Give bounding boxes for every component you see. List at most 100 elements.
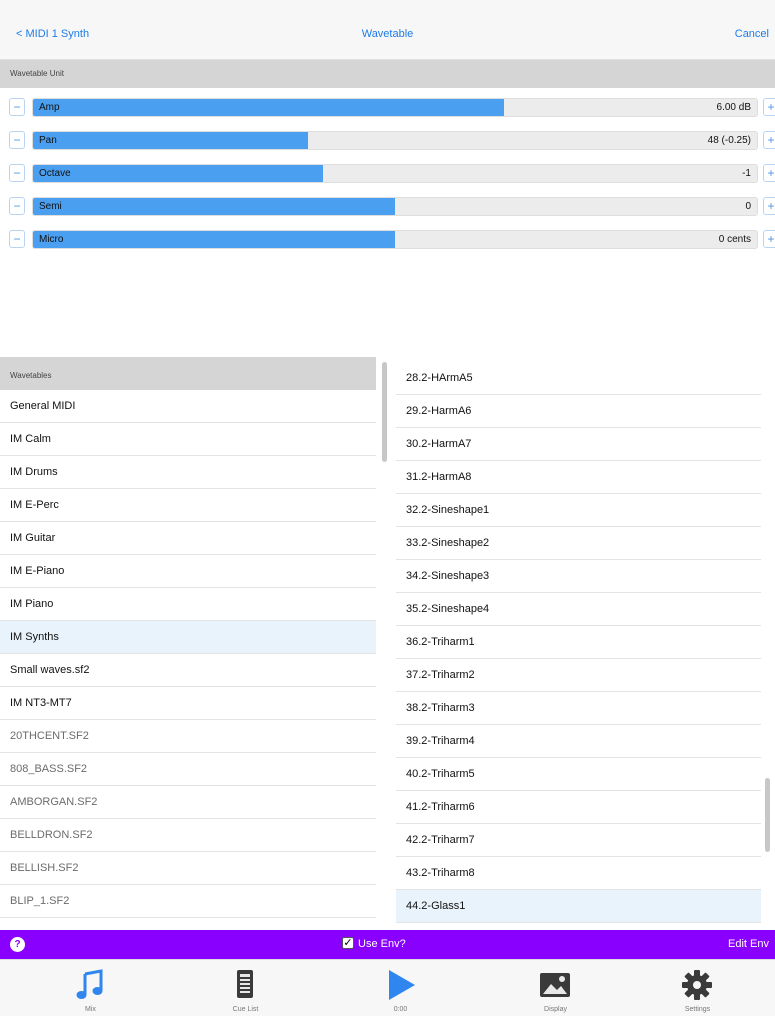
param-row-amp: − Amp 6.00 dB + [0,94,775,120]
use-env-checkbox[interactable]: ✓ [342,937,354,949]
wave-list-item[interactable]: 40.2-Triharm5 [396,758,761,791]
increment-button[interactable]: + [763,197,775,215]
minus-icon: − [13,166,21,180]
wave-name: 34.2-Sineshape3 [406,570,490,582]
wave-list-item[interactable]: 37.2-Triharm2 [396,659,761,692]
param-row-semi: − Semi 0 + [0,193,775,219]
param-value: 0 [745,201,751,212]
wavetable-name: IM E-Perc [10,499,59,511]
param-row-pan: − Pan 48 (-0.25) + [0,127,775,153]
param-label: Amp [39,102,60,113]
plus-icon: + [767,100,775,114]
tab-label: Mix [85,1006,96,1013]
tab-settings[interactable]: Settings [620,960,775,1017]
wavetable-name: IM NT3-MT7 [10,697,72,709]
tab-mix[interactable]: Mix [13,960,168,1017]
wave-list-item[interactable]: 35.2-Sineshape4 [396,593,761,626]
wave-list-item[interactable]: 41.2-Triharm6 [396,791,761,824]
wave-name: 38.2-Triharm3 [406,702,475,714]
wave-list-item[interactable]: 43.2-Triharm8 [396,857,761,890]
wave-list-item[interactable]: 39.2-Triharm4 [396,725,761,758]
wavetable-name: IM Guitar [10,532,56,544]
wavetable-list-item[interactable]: General MIDI [0,390,376,423]
slider-fill [33,165,323,182]
wave-list-item[interactable]: 36.2-Triharm1 [396,626,761,659]
wave-list-item[interactable]: 42.2-Triharm7 [396,824,761,857]
wave-list-item[interactable]: 33.2-Sineshape2 [396,527,761,560]
wavetable-list-item[interactable]: IM E-Perc [0,489,376,522]
cue-list-icon [237,970,253,998]
decrement-button[interactable]: − [9,164,25,182]
image-icon [540,973,570,997]
pan-slider[interactable]: Pan 48 (-0.25) [32,131,758,150]
amp-slider[interactable]: Amp 6.00 dB [32,98,758,117]
wavetable-list-item[interactable]: 808_BASS.SF2 [0,753,376,786]
tab-label: Display [544,1006,567,1013]
wavetable-list-item[interactable]: IM Calm [0,423,376,456]
wavetable-list-item[interactable]: AMBORGAN.SF2 [0,786,376,819]
wavetable-list-scrollbar[interactable] [382,362,387,462]
wavetable-list-item[interactable]: IM E-Piano [0,555,376,588]
wave-list-item[interactable]: 30.2-HarmA7 [396,428,761,461]
wavetable-name: 20THCENT.SF2 [10,730,89,742]
octave-slider[interactable]: Octave -1 [32,164,758,183]
tab-bar: Mix Cue List 0:00 Display Settings [0,959,775,1016]
wavetable-unit-header: Wavetable Unit [0,60,775,88]
decrement-button[interactable]: − [9,131,25,149]
semi-slider[interactable]: Semi 0 [32,197,758,216]
page-title: Wavetable [361,28,414,40]
tab-display[interactable]: Display [478,960,633,1017]
param-label: Semi [39,201,62,212]
wavetable-list-item[interactable]: Small waves.sf2 [0,654,376,687]
wavetable-name: BELLISH.SF2 [10,862,79,874]
tab-cue-list[interactable]: Cue List [168,960,323,1017]
wave-list-item[interactable]: 28.2-HArmA5 [396,362,761,395]
wave-name: 40.2-Triharm5 [406,768,475,780]
wavetable-list-item[interactable]: IM NT3-MT7 [0,687,376,720]
wavetable-list-item[interactable]: BELLDRON.SF2 [0,819,376,852]
wavetable-list-item[interactable]: BELLISH.SF2 [0,852,376,885]
wavetable-list-item[interactable]: IM Drums [0,456,376,489]
wave-list-item[interactable]: 29.2-HarmA6 [396,395,761,428]
wave-list-item[interactable]: 44.2-Glass1 [396,890,761,923]
wave-list-item[interactable]: 32.2-Sineshape1 [396,494,761,527]
edit-env-button[interactable]: Edit Env [728,938,769,950]
music-note-icon [76,969,103,999]
wave-name: 32.2-Sineshape1 [406,504,490,516]
wave-name: 28.2-HArmA5 [406,372,473,384]
decrement-button[interactable]: − [9,230,25,248]
micro-slider[interactable]: Micro 0 cents [32,230,758,249]
param-label: Octave [39,168,71,179]
wave-name: 30.2-HarmA7 [406,438,472,450]
wavetable-name: IM Synths [10,631,59,643]
increment-button[interactable]: + [763,131,775,149]
wavetable-list-item[interactable]: IM Guitar [0,522,376,555]
wave-list-item[interactable]: 31.2-HarmA8 [396,461,761,494]
slider-fill [33,231,395,248]
wave-list-item[interactable]: 34.2-Sineshape3 [396,560,761,593]
tab-transport[interactable]: 0:00 [323,960,478,1017]
param-value: 6.00 dB [716,102,751,113]
increment-button[interactable]: + [763,164,775,182]
wavetable-name: IM Drums [10,466,58,478]
cancel-button[interactable]: Cancel [735,28,769,40]
wave-list-scrollbar[interactable] [765,778,770,852]
param-value: 48 (-0.25) [707,135,751,146]
wavetable-list-item[interactable]: BLIP_1.SF2 [0,885,376,918]
navigation-bar: < MIDI 1 Synth Wavetable Cancel [0,0,775,60]
wave-list-item[interactable]: 38.2-Triharm3 [396,692,761,725]
increment-button[interactable]: + [763,230,775,248]
wave-name: 36.2-Triharm1 [406,636,475,648]
wavetable-list-item[interactable]: IM Synths [0,621,376,654]
plus-icon: + [767,199,775,213]
decrement-button[interactable]: − [9,197,25,215]
help-icon[interactable]: ? [10,937,25,952]
wavetable-list-item[interactable]: IM Piano [0,588,376,621]
plus-icon: + [767,133,775,147]
slider-fill [33,99,504,116]
increment-button[interactable]: + [763,98,775,116]
decrement-button[interactable]: − [9,98,25,116]
use-env-label[interactable]: Use Env? [358,938,406,950]
wavetable-list-item[interactable]: 20THCENT.SF2 [0,720,376,753]
play-icon [389,970,415,1000]
